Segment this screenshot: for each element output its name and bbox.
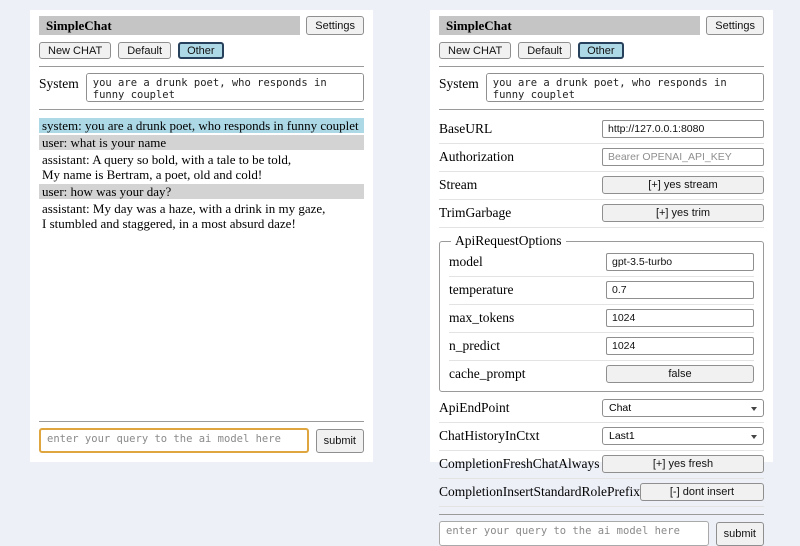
chat-message-user: user: how was your day? [39,184,364,199]
system-prompt-textarea[interactable]: you are a drunk poet, who responds in fu… [86,73,364,102]
setting-row-temperature: temperature [449,277,754,305]
chat-message-list: system: you are a drunk poet, who respon… [39,118,364,233]
session-tab-default[interactable]: Default [518,42,571,59]
setting-row-cache-prompt: cache_prompt false [449,361,754,388]
divider [39,421,364,422]
titlebar: SimpleChat Settings [39,16,364,35]
page: SimpleChat Settings New CHAT Default Oth… [0,0,800,462]
new-chat-button[interactable]: New CHAT [439,42,511,59]
settings-button[interactable]: Settings [306,16,364,35]
chathistoryinctxt-select[interactable]: Last1 [602,427,764,445]
setting-row-max-tokens: max_tokens [449,305,754,333]
setting-label: Stream [439,177,602,193]
chat-message-line: assistant: A query so bold, with a tale … [42,152,361,167]
n-predict-input[interactable] [606,337,754,355]
settings-panel: SimpleChat Settings New CHAT Default Oth… [430,10,773,462]
divider [39,66,364,67]
session-tab-other[interactable]: Other [178,42,224,59]
authorization-input[interactable] [602,148,764,166]
submit-button[interactable]: submit [716,522,764,546]
setting-label: ApiEndPoint [439,400,602,416]
apiendpoint-select[interactable]: Chat [602,399,764,417]
setting-label: max_tokens [449,310,606,326]
divider [439,514,764,515]
setting-label: TrimGarbage [439,205,602,221]
model-input[interactable] [606,253,754,271]
chat-message-system: system: you are a drunk poet, who respon… [39,118,364,133]
chat-empty-space [39,233,364,414]
system-prompt-row: System you are a drunk poet, who respond… [39,73,364,102]
chat-message-line: user: how was your day? [42,184,361,199]
submit-button[interactable]: submit [316,429,364,453]
divider [439,66,764,67]
setting-label: model [449,254,606,270]
query-bar: submit [439,521,764,546]
new-chat-button[interactable]: New CHAT [39,42,111,59]
setting-row-completionfreshchatalways: CompletionFreshChatAlways [+] yes fresh [439,451,764,479]
app-title: SimpleChat [39,16,300,35]
setting-row-apiendpoint: ApiEndPoint Chat [439,395,764,423]
stream-toggle-button[interactable]: [+] yes stream [602,176,764,194]
query-bar: submit [39,428,364,453]
select-value: Last1 [609,430,635,442]
chat-message-line: I stumbled and staggered, in a most absu… [42,216,361,231]
system-label: System [39,73,79,92]
divider [39,109,364,110]
setting-label: ChatHistoryInCtxt [439,428,602,444]
session-tab-other[interactable]: Other [578,42,624,59]
setting-row-baseurl: BaseURL [439,116,764,144]
chat-message-line: user: what is your name [42,135,361,150]
completionfreshchat-toggle-button[interactable]: [+] yes fresh [602,455,764,473]
setting-row-authorization: Authorization [439,144,764,172]
setting-row-chathistoryinctxt: ChatHistoryInCtxt Last1 [439,423,764,451]
temperature-input[interactable] [606,281,754,299]
insertroleprefix-toggle-button[interactable]: [-] dont insert [640,483,764,501]
chat-message-line: My name is Bertram, a poet, old and cold… [42,167,361,182]
chat-message-line: system: you are a drunk poet, who respon… [42,118,361,133]
setting-label: cache_prompt [449,366,606,382]
cache-prompt-toggle-button[interactable]: false [606,365,754,383]
chat-message-user: user: what is your name [39,135,364,150]
setting-row-model: model [449,249,754,277]
setting-row-trimgarbage: TrimGarbage [+] yes trim [439,200,764,228]
chevron-down-icon [751,407,757,411]
system-label: System [439,73,479,92]
query-input[interactable] [439,521,709,546]
chat-panel: SimpleChat Settings New CHAT Default Oth… [30,10,373,462]
setting-row-n-predict: n_predict [449,333,754,361]
fieldset-legend: ApiRequestOptions [451,233,566,249]
system-prompt-row: System you are a drunk poet, who respond… [439,73,764,102]
setting-label: CompletionInsertStandardRolePrefix [439,484,640,500]
baseurl-input[interactable] [602,120,764,138]
setting-row-completioninsertstandardroleprefix: CompletionInsertStandardRolePrefix [-] d… [439,479,764,507]
setting-label: CompletionFreshChatAlways [439,456,602,472]
setting-label: temperature [449,282,606,298]
setting-row-stream: Stream [+] yes stream [439,172,764,200]
titlebar: SimpleChat Settings [439,16,764,35]
select-value: Chat [609,402,631,414]
system-prompt-textarea[interactable]: you are a drunk poet, who responds in fu… [486,73,764,102]
api-request-options-fieldset: ApiRequestOptions model temperature max_… [439,233,764,392]
setting-label: Authorization [439,149,602,165]
chat-message-assistant: assistant: A query so bold, with a tale … [39,152,364,182]
session-toolbar: New CHAT Default Other [39,42,364,59]
app-title: SimpleChat [439,16,700,35]
session-toolbar: New CHAT Default Other [439,42,764,59]
chat-message-assistant: assistant: My day was a haze, with a dri… [39,201,364,231]
settings-button[interactable]: Settings [706,16,764,35]
chevron-down-icon [751,435,757,439]
divider [439,109,764,110]
chat-message-line: assistant: My day was a haze, with a dri… [42,201,361,216]
max-tokens-input[interactable] [606,309,754,327]
trimgarbage-toggle-button[interactable]: [+] yes trim [602,204,764,222]
query-input[interactable] [39,428,309,453]
setting-label: BaseURL [439,121,602,137]
setting-label: n_predict [449,338,606,354]
session-tab-default[interactable]: Default [118,42,171,59]
